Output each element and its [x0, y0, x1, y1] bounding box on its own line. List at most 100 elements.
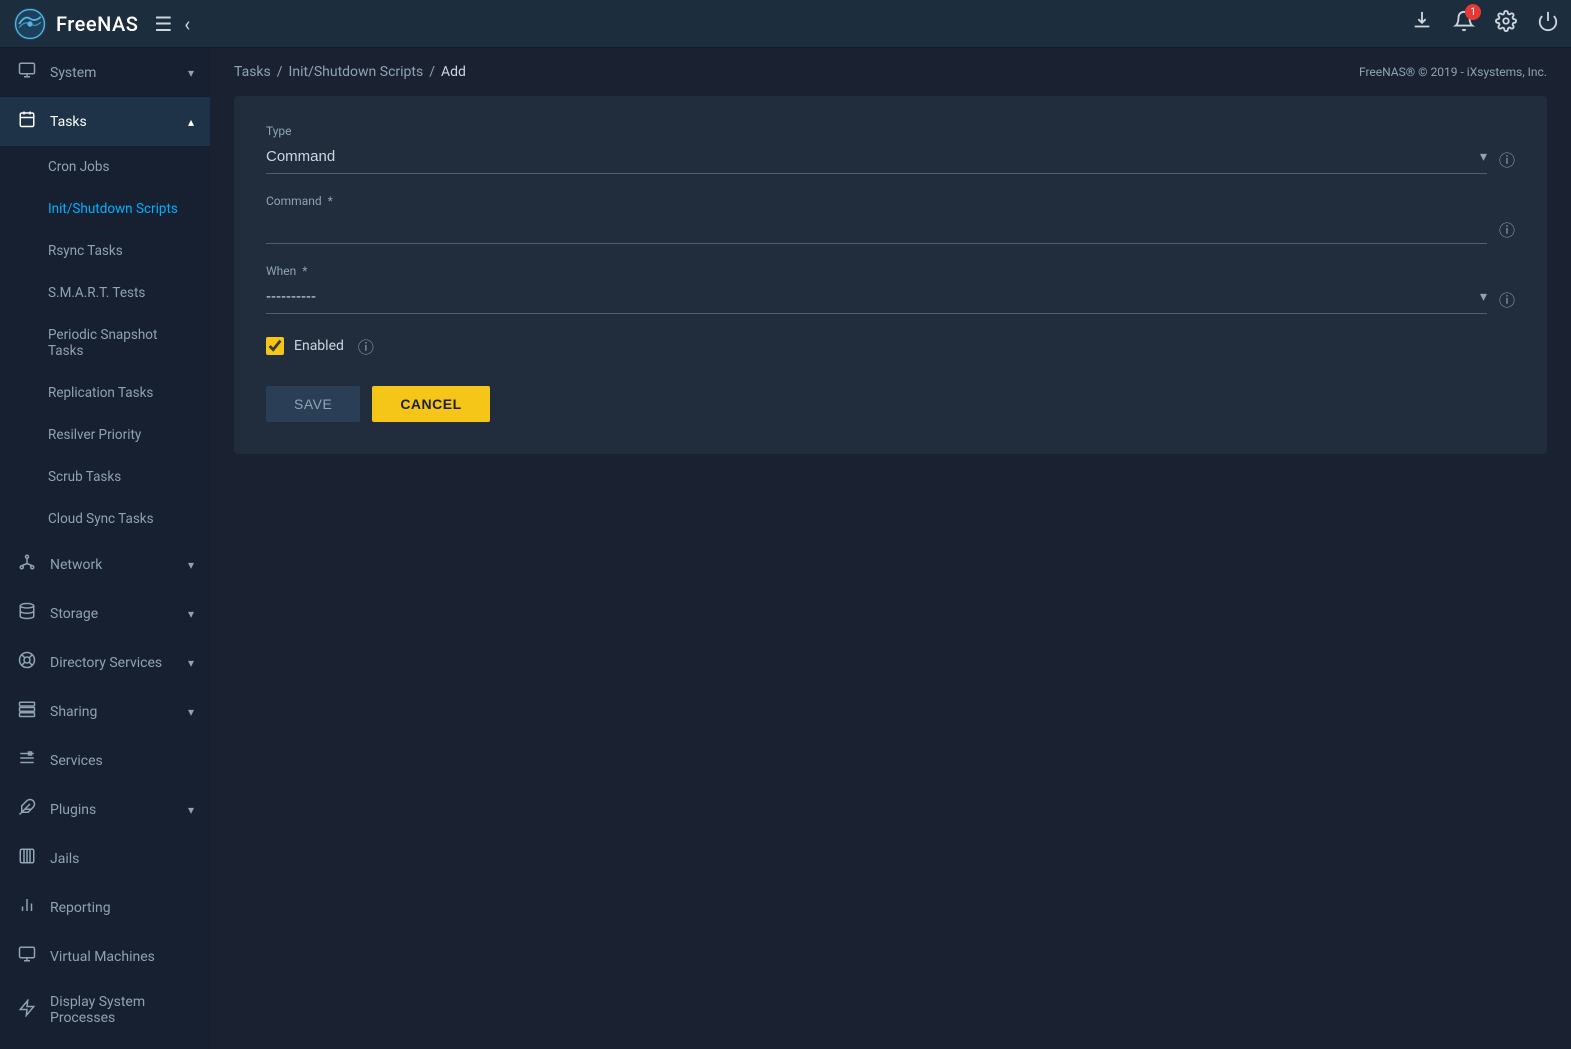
when-required-marker: *	[302, 264, 307, 278]
main-layout: System ▾ Tasks ▴ Cron Jobs Init/Shutdown…	[0, 48, 1571, 1049]
command-field-row: Command * ⓘ	[266, 194, 1515, 244]
sidebar-item-reporting-label: Reporting	[50, 900, 111, 916]
type-field-row: Type Command Script ▾ ⓘ	[266, 124, 1515, 174]
breadcrumb-tasks[interactable]: Tasks	[234, 64, 271, 80]
sidebar-item-display-system[interactable]: Display System Processes	[0, 981, 210, 1039]
network-icon	[16, 553, 38, 576]
monitor-icon	[16, 61, 38, 84]
enabled-help-icon[interactable]: ⓘ	[358, 334, 374, 358]
type-dropdown-wrapper: Command Script ▾	[266, 144, 1487, 174]
content-area: Tasks / Init/Shutdown Scripts / Add Free…	[210, 48, 1571, 1049]
chevron-up-icon: ▴	[188, 115, 194, 129]
type-select[interactable]: Command Script	[266, 144, 1480, 169]
sidebar-item-jails-label: Jails	[50, 851, 79, 867]
sidebar-item-replication-tasks[interactable]: Replication Tasks	[0, 372, 210, 414]
storage-icon	[16, 602, 38, 625]
sidebar-item-directory-services-label: Directory Services	[50, 655, 162, 671]
sidebar-item-sharing-label: Sharing	[50, 704, 97, 720]
sidebar-item-services[interactable]: Services	[0, 736, 210, 785]
display-system-icon	[16, 999, 38, 1022]
sharing-icon	[16, 700, 38, 723]
sidebar-item-jails[interactable]: Jails	[0, 834, 210, 883]
sidebar-item-storage[interactable]: Storage ▾	[0, 589, 210, 638]
type-label: Type	[266, 124, 1515, 138]
chevron-down-storage-icon: ▾	[188, 607, 194, 621]
chevron-down-sharing-icon: ▾	[188, 705, 194, 719]
sidebar-item-cron-jobs[interactable]: Cron Jobs	[0, 146, 210, 188]
sidebar-item-plugins[interactable]: Plugins ▾	[0, 785, 210, 834]
when-field-row: When * ---------- Pre Init Post Init Shu…	[266, 264, 1515, 314]
sidebar-item-services-label: Services	[50, 753, 103, 769]
chevron-down-plugins-icon: ▾	[188, 803, 194, 817]
sidebar-item-system-label: System	[50, 65, 96, 81]
when-help-icon[interactable]: ⓘ	[1499, 287, 1515, 311]
settings-icon[interactable]	[1495, 10, 1517, 37]
sidebar-item-smart-tests[interactable]: S.M.A.R.T. Tests	[0, 272, 210, 314]
sidebar-item-cloud-sync[interactable]: Cloud Sync Tasks	[0, 498, 210, 540]
breadcrumb-sep-1: /	[277, 64, 283, 80]
jails-icon	[16, 847, 38, 870]
breadcrumb-init-shutdown[interactable]: Init/Shutdown Scripts	[289, 64, 424, 80]
cancel-button[interactable]: CANCEL	[372, 386, 489, 422]
menu-toggle-icon[interactable]: ☰	[154, 12, 172, 36]
sidebar-item-scrub-tasks[interactable]: Scrub Tasks	[0, 456, 210, 498]
plugins-icon	[16, 798, 38, 821]
command-input[interactable]	[266, 214, 1487, 239]
form-button-row: SAVE CANCEL	[266, 386, 1515, 422]
sidebar-subitem-init-shutdown-label: Init/Shutdown Scripts	[48, 201, 178, 217]
enabled-row: Enabled ⓘ	[266, 334, 1515, 358]
directory-services-icon	[16, 651, 38, 674]
command-required-marker: *	[328, 194, 333, 208]
when-select[interactable]: ---------- Pre Init Post Init Shutdown	[266, 284, 1480, 309]
topbar: FreeNAS ☰ ‹ 1	[0, 0, 1571, 48]
sidebar-item-network-label: Network	[50, 557, 102, 573]
sidebar-item-network[interactable]: Network ▾	[0, 540, 210, 589]
notifications-icon[interactable]: 1	[1453, 10, 1475, 37]
chevron-down-icon: ▾	[188, 66, 194, 80]
command-input-wrapper	[266, 214, 1487, 244]
enabled-checkbox[interactable]	[266, 337, 284, 355]
sidebar-subitem-smart-tests-label: S.M.A.R.T. Tests	[48, 285, 145, 301]
sidebar-subitem-cloud-sync-label: Cloud Sync Tasks	[48, 511, 154, 527]
sidebar-item-reporting[interactable]: Reporting	[0, 883, 210, 932]
sidebar-item-tasks-label: Tasks	[50, 114, 87, 130]
chevron-down-directory-icon: ▾	[188, 656, 194, 670]
sidebar-item-directory-services[interactable]: Directory Services ▾	[0, 638, 210, 687]
power-icon[interactable]	[1537, 10, 1559, 37]
vm-icon	[16, 945, 38, 968]
chevron-down-network-icon: ▾	[188, 558, 194, 572]
reporting-icon	[16, 896, 38, 919]
type-dropdown-arrow: ▾	[1480, 149, 1487, 165]
command-help-icon[interactable]: ⓘ	[1499, 217, 1515, 241]
sidebar-item-tasks[interactable]: Tasks ▴	[0, 97, 210, 146]
sidebar-item-storage-label: Storage	[50, 606, 98, 622]
back-icon[interactable]: ‹	[184, 12, 190, 36]
sidebar-item-system[interactable]: System ▾	[0, 48, 210, 97]
notification-badge: 1	[1465, 4, 1481, 20]
sidebar-item-init-shutdown[interactable]: Init/Shutdown Scripts	[0, 188, 210, 230]
sidebar: System ▾ Tasks ▴ Cron Jobs Init/Shutdown…	[0, 48, 210, 1049]
breadcrumb-sep-2: /	[429, 64, 435, 80]
when-label: When *	[266, 264, 1515, 278]
sidebar-item-plugins-label: Plugins	[50, 802, 96, 818]
sidebar-item-vm-label: Virtual Machines	[50, 949, 155, 965]
breadcrumb-bar: Tasks / Init/Shutdown Scripts / Add Free…	[210, 48, 1571, 88]
sidebar-subitem-resilver-priority-label: Resilver Priority	[48, 427, 141, 443]
enabled-label: Enabled	[294, 338, 344, 354]
sidebar-item-resilver-priority[interactable]: Resilver Priority	[0, 414, 210, 456]
sidebar-subitem-scrub-tasks-label: Scrub Tasks	[48, 469, 121, 485]
sidebar-item-virtual-machines[interactable]: Virtual Machines	[0, 932, 210, 981]
app-name: FreeNAS	[56, 12, 138, 36]
sidebar-item-periodic-snapshot[interactable]: Periodic Snapshot Tasks	[0, 314, 210, 372]
save-button[interactable]: SAVE	[266, 386, 360, 422]
form-card: Type Command Script ▾ ⓘ Command	[234, 96, 1547, 454]
copyright-text: FreeNAS® © 2019 - iXsystems, Inc.	[1359, 65, 1547, 79]
download-icon[interactable]	[1411, 10, 1433, 37]
type-help-icon[interactable]: ⓘ	[1499, 147, 1515, 171]
sidebar-item-sharing[interactable]: Sharing ▾	[0, 687, 210, 736]
freenas-logo-icon	[12, 6, 48, 42]
sidebar-item-rsync-tasks[interactable]: Rsync Tasks	[0, 230, 210, 272]
command-label: Command *	[266, 194, 1515, 208]
calendar-icon	[16, 110, 38, 133]
sidebar-subitem-cron-jobs-label: Cron Jobs	[48, 159, 109, 175]
